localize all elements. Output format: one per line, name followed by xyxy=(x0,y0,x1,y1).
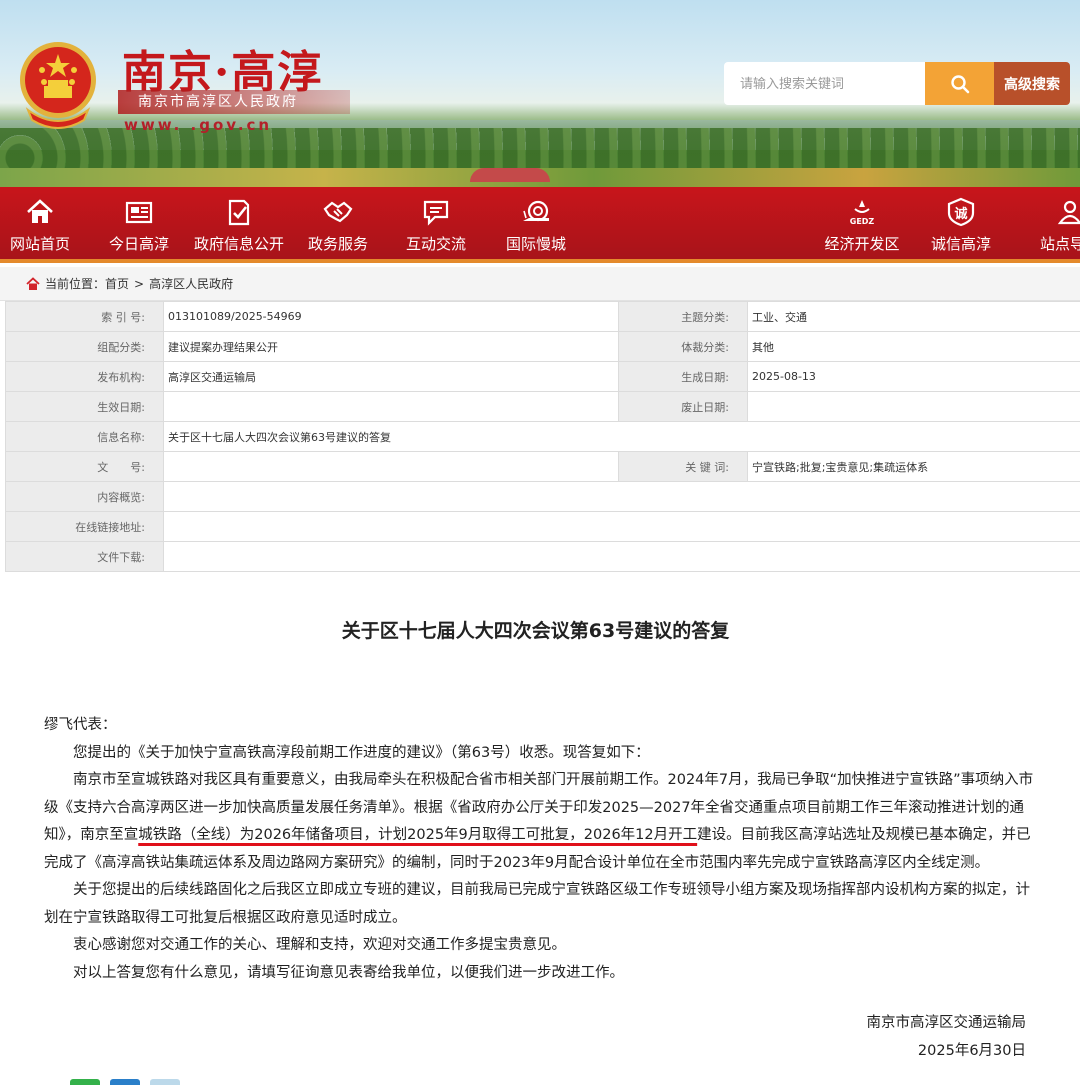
nav-label: 站点导航 xyxy=(1040,233,1080,254)
nav-item-integrity[interactable]: 诚 诚信高淳 xyxy=(911,187,1011,263)
meta-key: 发布机构: xyxy=(6,362,164,392)
nav-label: 政府信息公开 xyxy=(194,233,284,254)
meta-key: 在线链接地址: xyxy=(6,512,164,542)
table-row: 索 引 号: 013101089/2025-54969 主题分类: 工业、交通 xyxy=(6,302,1080,332)
site-url: www. .gov.cn xyxy=(124,116,272,134)
home-icon xyxy=(25,197,55,227)
breadcrumb-separator: > xyxy=(134,277,144,291)
nav-item-site-nav[interactable]: 站点导航 xyxy=(1020,187,1080,263)
nav-label: 网站首页 xyxy=(10,233,70,254)
meta-value: 宁宣铁路;批复;宝贵意见;集疏运体系 xyxy=(748,452,1080,482)
meta-value xyxy=(164,452,619,482)
meta-value[interactable] xyxy=(164,542,1080,572)
nav-label: 互动交流 xyxy=(406,233,466,254)
banner-flower-arch xyxy=(470,168,550,182)
table-row: 组配分类: 建议提案办理结果公开 体裁分类: 其他 xyxy=(6,332,1080,362)
article-title: 关于区十七届人大四次会议第63号建议的答复 xyxy=(0,616,1071,643)
search-button[interactable] xyxy=(925,62,995,105)
salutation: 缪飞代表： xyxy=(44,712,1034,740)
nav-label: 政务服务 xyxy=(308,233,368,254)
table-row: 发布机构: 高淳区交通运输局 生成日期: 2025-08-13 xyxy=(6,362,1080,392)
meta-value[interactable] xyxy=(164,512,1080,542)
handshake-icon xyxy=(323,197,353,227)
meta-value xyxy=(748,392,1080,422)
table-row: 信息名称: 关于区十七届人大四次会议第63号建议的答复 xyxy=(6,422,1080,452)
nav-item-dev-zone[interactable]: GEDZ 经济开发区 xyxy=(812,187,912,263)
meta-value: 2025-08-13 xyxy=(748,362,1080,392)
nav-item-interaction[interactable]: 互动交流 xyxy=(386,187,486,263)
meta-value: 建议提案办理结果公开 xyxy=(164,332,619,362)
article-body: 缪飞代表： 您提出的《关于加快宁宣高铁高淳段前期工作进度的建议》（第63号）收悉… xyxy=(44,712,1034,987)
paragraph: 您提出的《关于加快宁宣高铁高淳段前期工作进度的建议》（第63号）收悉。现答复如下… xyxy=(44,740,1034,768)
svg-text:GEDZ: GEDZ xyxy=(850,217,875,226)
snail-icon xyxy=(521,197,551,227)
meta-key: 文件下载: xyxy=(6,542,164,572)
meta-value: 高淳区交通运输局 xyxy=(164,362,619,392)
signature-date: 2025年6月30日 xyxy=(918,1039,1026,1060)
document-check-icon xyxy=(224,197,254,227)
nav-item-today[interactable]: 今日高淳 xyxy=(89,187,189,263)
document-meta-table: 索 引 号: 013101089/2025-54969 主题分类: 工业、交通 … xyxy=(5,301,1080,572)
meta-key: 生效日期: xyxy=(6,392,164,422)
breadcrumb-prefix: 当前位置： xyxy=(45,275,105,292)
paragraph: 南京市至宣城铁路对我区具有重要意义，由我局牵头在积极配合省市相关部门开展前期工作… xyxy=(44,767,1034,877)
table-row: 在线链接地址: xyxy=(6,512,1080,542)
nav-item-home[interactable]: 网站首页 xyxy=(0,187,90,263)
breadcrumb: 当前位置： 首页 > 高淳区人民政府 xyxy=(0,267,1080,301)
nav-item-gov-info[interactable]: 政府信息公开 xyxy=(189,187,289,263)
nav-item-slow-city[interactable]: 国际慢城 xyxy=(486,187,586,263)
meta-key: 关 键 词: xyxy=(619,452,748,482)
meta-key: 索 引 号: xyxy=(6,302,164,332)
paragraph: 对以上答复您有什么意见，请填写征询意见表寄给我单位，以便我们进一步改进工作。 xyxy=(44,960,1034,988)
home-icon xyxy=(26,277,40,291)
meta-key: 组配分类: xyxy=(6,332,164,362)
magnifier-icon xyxy=(950,74,970,94)
wechat-share-icon[interactable] xyxy=(70,1079,100,1085)
site-subtitle: 南京市高淳区人民政府 xyxy=(118,90,350,114)
advanced-search-button[interactable]: 高级搜索 xyxy=(994,62,1070,105)
signature-unit: 南京市高淳区交通运输局 xyxy=(867,1011,1027,1032)
table-row: 生效日期: 废止日期: xyxy=(6,392,1080,422)
table-row: 文 号: 关 键 词: 宁宣铁路;批复;宝贵意见;集疏运体系 xyxy=(6,452,1080,482)
meta-key: 主题分类: xyxy=(619,302,748,332)
nav-label: 经济开发区 xyxy=(824,233,899,254)
nav-label: 诚信高淳 xyxy=(931,233,991,254)
meta-value: 013101089/2025-54969 xyxy=(164,302,619,332)
qq-share-icon[interactable] xyxy=(150,1079,180,1085)
meta-key: 体裁分类: xyxy=(619,332,748,362)
banner-trees xyxy=(0,128,1080,168)
meta-value: 工业、交通 xyxy=(748,302,1080,332)
highlighted-text: 城铁路（全线）为2026年储备项目，计划2025年9月取得工可批复，2026年1… xyxy=(138,827,697,843)
meta-key: 内容概览: xyxy=(6,482,164,512)
chat-icon xyxy=(421,197,451,227)
table-row: 文件下载: xyxy=(6,542,1080,572)
breadcrumb-home-link[interactable]: 首页 xyxy=(105,275,129,292)
paragraph: 关于您提出的后续线路固化之后我区立即成立专班的建议，目前我局已完成宁宣铁路区级工… xyxy=(44,877,1034,932)
main-nav: 网站首页 今日高淳 政府信息公开 政务服务 互动交流 xyxy=(0,187,1080,263)
gedz-icon: GEDZ xyxy=(847,197,877,227)
meta-key: 废止日期: xyxy=(619,392,748,422)
national-emblem-icon xyxy=(18,40,98,130)
breadcrumb-current-link[interactable]: 高淳区人民政府 xyxy=(149,275,233,292)
meta-value: 关于区十七届人大四次会议第63号建议的答复 xyxy=(164,422,1080,452)
table-row: 内容概览: xyxy=(6,482,1080,512)
weibo-share-icon[interactable] xyxy=(110,1079,140,1085)
paragraph: 衷心感谢您对交通工作的关心、理解和支持，欢迎对交通工作多提宝贵意见。 xyxy=(44,932,1034,960)
nav-label: 今日高淳 xyxy=(109,233,169,254)
location-user-icon xyxy=(1055,197,1080,227)
share-buttons xyxy=(70,1070,190,1076)
nav-label: 国际慢城 xyxy=(506,233,566,254)
meta-key: 信息名称: xyxy=(6,422,164,452)
integrity-badge-icon: 诚 xyxy=(946,197,976,227)
meta-key: 文 号: xyxy=(6,452,164,482)
meta-value: 其他 xyxy=(748,332,1080,362)
nav-item-services[interactable]: 政务服务 xyxy=(288,187,388,263)
header-banner: 南京·高淳 南京市高淳区人民政府 www. .gov.cn 高级搜索 xyxy=(0,0,1080,187)
meta-value xyxy=(164,482,1080,512)
meta-key: 生成日期: xyxy=(619,362,748,392)
newspaper-icon xyxy=(124,197,154,227)
search-input[interactable] xyxy=(724,62,926,105)
meta-value xyxy=(164,392,619,422)
svg-text:诚: 诚 xyxy=(954,206,967,222)
